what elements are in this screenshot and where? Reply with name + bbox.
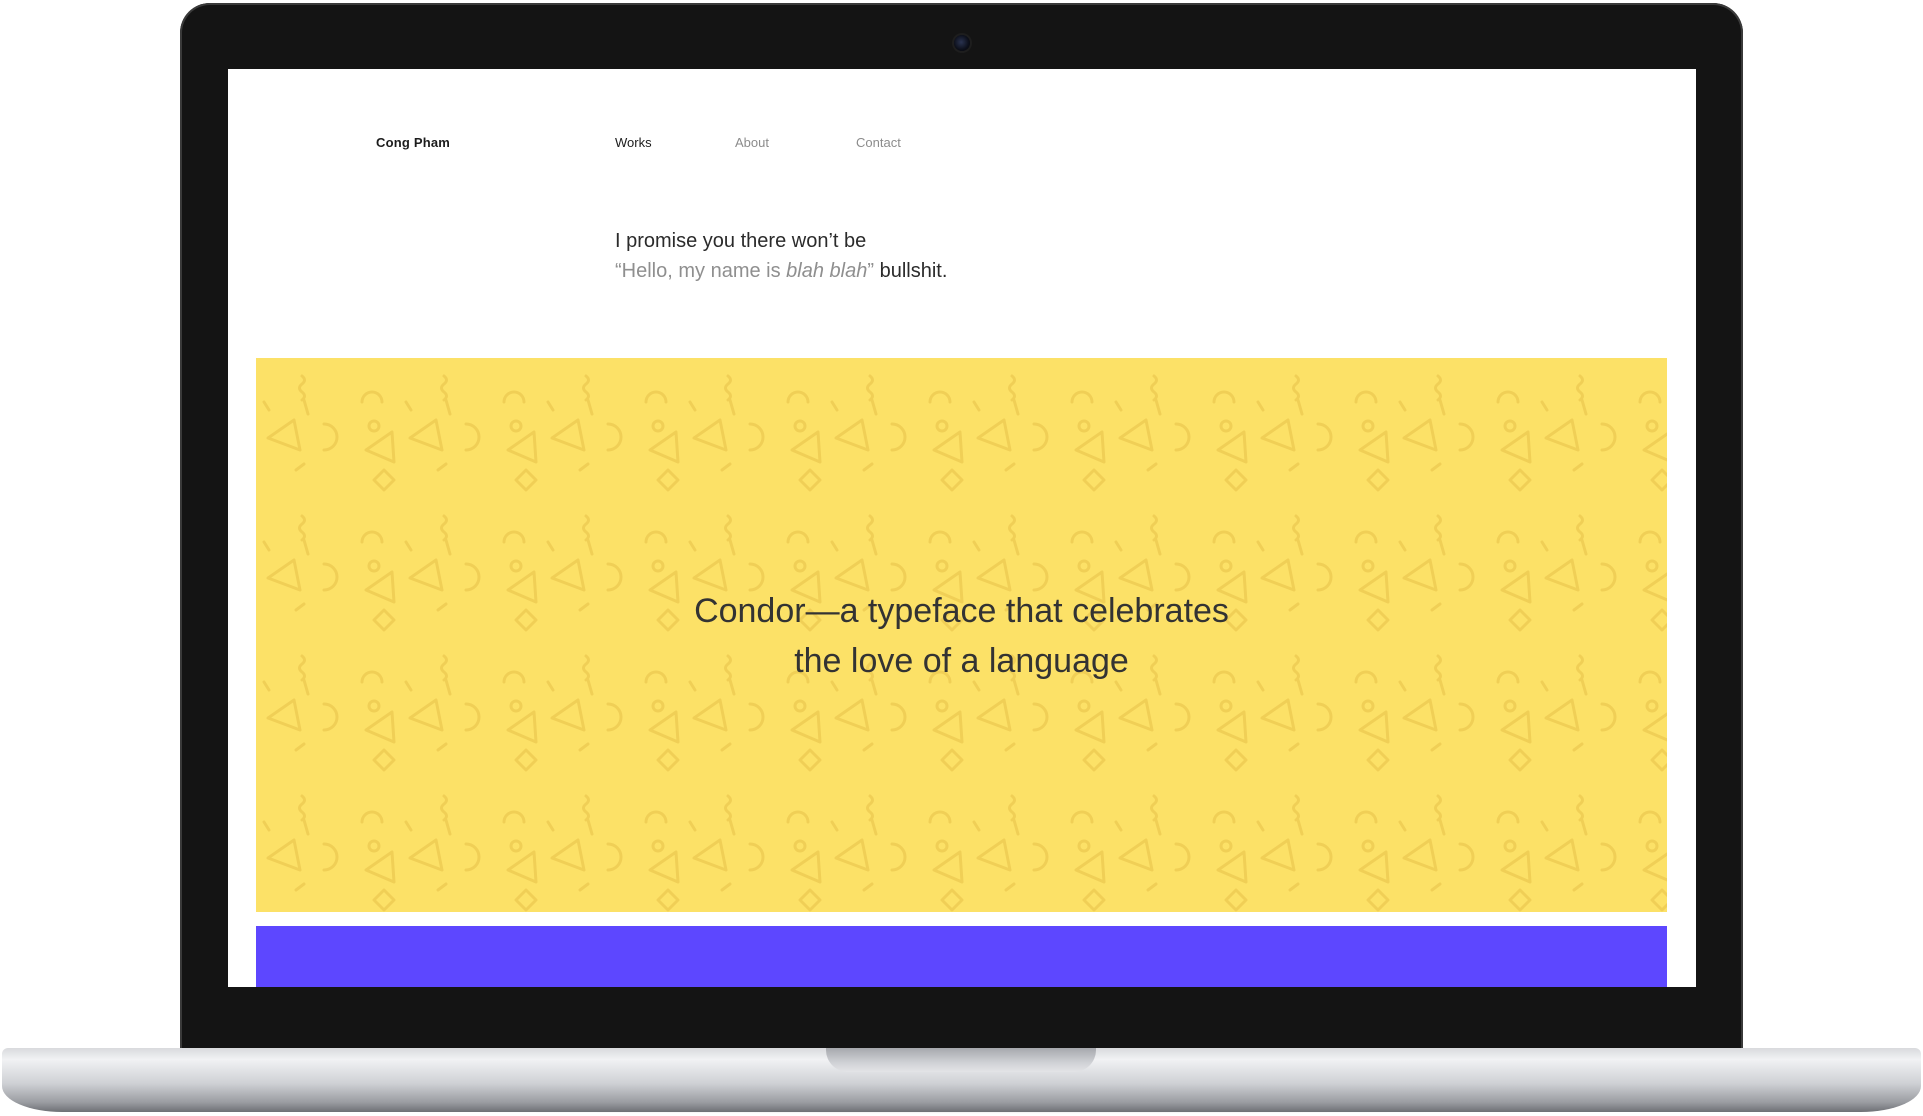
nav-item-contact[interactable]: Contact: [856, 135, 901, 150]
project-card-condor[interactable]: Condor—a typeface that celebrates the lo…: [256, 358, 1667, 912]
intro-line-1: I promise you there won’t be: [615, 230, 867, 252]
intro-quote-close: ”: [867, 260, 875, 282]
screen: Cong Pham Works About Contact I promise …: [228, 69, 1696, 987]
intro-quote-italic: blah blah: [786, 260, 868, 282]
intro-text: I promise you there won’t be “Hello, my …: [615, 226, 947, 286]
nav-item-about[interactable]: About: [735, 135, 769, 150]
intro-line-2: “Hello, my name is blah blah” bullshit.: [615, 256, 947, 286]
site-logo[interactable]: Cong Pham: [376, 135, 450, 150]
intro-quote: “Hello, my name is blah blah”: [615, 260, 874, 282]
intro-quote-open: “Hello, my name is: [615, 260, 787, 282]
laptop-lid-notch: [826, 1048, 1096, 1072]
hero-title: Condor—a typeface that celebrates the lo…: [256, 586, 1667, 686]
intro-tail: bullshit.: [874, 260, 948, 282]
project-card-next[interactable]: [256, 926, 1667, 987]
laptop-mockup: Cong Pham Works About Contact I promise …: [0, 0, 1923, 1116]
hero-title-line-1: Condor—a typeface that celebrates: [694, 592, 1229, 630]
hero-title-line-2: the love of a language: [794, 642, 1129, 680]
camera-icon: [954, 35, 970, 51]
nav-item-works[interactable]: Works: [615, 135, 652, 150]
